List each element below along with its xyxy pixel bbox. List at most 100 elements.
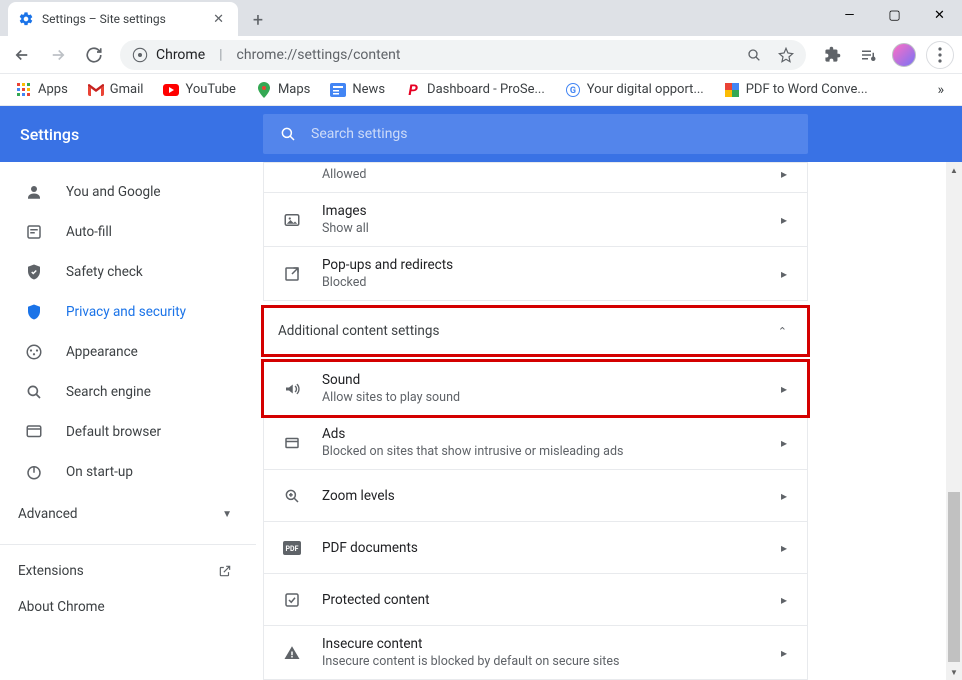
search-icon[interactable] bbox=[746, 47, 762, 63]
scrollbar-up-button[interactable]: ▲ bbox=[946, 162, 962, 178]
chevron-right-icon: ▸ bbox=[781, 646, 787, 660]
bookmark-youtube[interactable]: YouTube bbox=[155, 78, 244, 102]
minimize-button[interactable]: — bbox=[827, 0, 872, 30]
browser-tab[interactable]: Settings – Site settings ✕ bbox=[8, 2, 238, 36]
settings-title: Settings bbox=[0, 125, 263, 144]
address-bar[interactable]: Chrome | chrome://settings/content bbox=[120, 40, 806, 70]
bookmark-news[interactable]: News bbox=[322, 78, 393, 102]
youtube-icon bbox=[163, 82, 179, 98]
url-scheme: Chrome bbox=[156, 47, 205, 63]
settings-main: You and Google Auto-fill Safety check Pr… bbox=[0, 162, 962, 680]
person-icon bbox=[24, 183, 44, 201]
back-button[interactable] bbox=[6, 39, 38, 71]
pdf-doc-icon: PDF bbox=[282, 541, 302, 555]
chevron-right-icon: ▸ bbox=[781, 541, 787, 555]
sidebar-item-privacy-security[interactable]: Privacy and security bbox=[0, 292, 256, 332]
google-g-icon: G bbox=[565, 82, 581, 98]
sidebar-item-you-and-google[interactable]: You and Google bbox=[0, 172, 256, 212]
content-row-protected[interactable]: Protected content ▸ bbox=[263, 574, 808, 626]
sidebar-item-autofill[interactable]: Auto-fill bbox=[0, 212, 256, 252]
settings-header: Settings bbox=[0, 106, 962, 162]
sidebar-item-safety-check[interactable]: Safety check bbox=[0, 252, 256, 292]
chevron-right-icon: ▸ bbox=[781, 593, 787, 607]
maximize-button[interactable]: ▢ bbox=[872, 0, 917, 30]
browser-toolbar: Chrome | chrome://settings/content bbox=[0, 36, 962, 74]
search-icon bbox=[279, 125, 297, 143]
bookmark-gmail[interactable]: Gmail bbox=[80, 78, 152, 102]
autofill-icon bbox=[24, 223, 44, 241]
sidebar-item-on-startup[interactable]: On start-up bbox=[0, 452, 256, 492]
scrollbar-thumb[interactable] bbox=[948, 492, 960, 662]
extensions-button[interactable] bbox=[816, 39, 848, 71]
chevron-right-icon: ▸ bbox=[781, 436, 787, 450]
scrollbar[interactable]: ▲ ▼ bbox=[946, 162, 962, 680]
pinterest-icon: P bbox=[405, 82, 421, 98]
content-row-partial[interactable]: Allowed ▸ bbox=[263, 162, 808, 193]
sidebar-item-default-browser[interactable]: Default browser bbox=[0, 412, 256, 452]
reload-button[interactable] bbox=[78, 39, 110, 71]
sidebar-about-chrome[interactable]: About Chrome bbox=[0, 589, 256, 625]
sidebar-item-appearance[interactable]: Appearance bbox=[0, 332, 256, 372]
apps-shortcut[interactable]: Apps bbox=[8, 78, 76, 102]
sound-icon bbox=[282, 380, 302, 398]
images-icon bbox=[282, 211, 302, 229]
svg-text:G: G bbox=[570, 86, 576, 96]
sidebar-advanced-toggle[interactable]: Advanced ▼ bbox=[0, 492, 256, 536]
new-tab-button[interactable]: + bbox=[244, 6, 272, 34]
settings-sidebar: You and Google Auto-fill Safety check Pr… bbox=[0, 162, 256, 680]
pdf-icon bbox=[724, 82, 740, 98]
bookmark-digital-opport[interactable]: G Your digital opport... bbox=[557, 78, 712, 102]
bookmark-star-icon[interactable] bbox=[778, 47, 794, 63]
external-link-icon bbox=[218, 564, 232, 578]
popup-icon bbox=[282, 265, 302, 283]
settings-search-input[interactable] bbox=[311, 126, 792, 142]
close-tab-button[interactable]: ✕ bbox=[209, 10, 228, 29]
settings-content: Allowed ▸ Images Show all ▸ Pop-ups and … bbox=[256, 162, 962, 680]
content-row-sound[interactable]: Sound Allow sites to play sound ▸ bbox=[263, 361, 808, 416]
bookmark-dashboard[interactable]: P Dashboard - ProSe... bbox=[397, 78, 553, 102]
search-icon bbox=[24, 383, 44, 401]
sidebar-extensions[interactable]: Extensions bbox=[0, 553, 256, 589]
browser-icon bbox=[24, 423, 44, 441]
scrollbar-down-button[interactable]: ▼ bbox=[946, 664, 962, 680]
zoom-icon bbox=[282, 487, 302, 505]
gmail-icon bbox=[88, 82, 104, 98]
tab-title: Settings – Site settings bbox=[42, 12, 166, 26]
chevron-right-icon: ▸ bbox=[781, 167, 787, 181]
bookmarks-overflow[interactable]: » bbox=[927, 78, 954, 102]
power-icon bbox=[24, 463, 44, 481]
bookmark-pdf-word[interactable]: PDF to Word Conve... bbox=[716, 78, 876, 102]
forward-button[interactable] bbox=[42, 39, 74, 71]
chevron-up-icon: ⌃ bbox=[778, 325, 787, 338]
content-row-ads[interactable]: Ads Blocked on sites that show intrusive… bbox=[263, 416, 808, 470]
settings-search[interactable] bbox=[263, 114, 808, 154]
bookmark-maps[interactable]: Maps bbox=[248, 78, 318, 102]
chevron-down-icon: ▼ bbox=[222, 509, 232, 520]
shield-icon bbox=[24, 303, 44, 321]
profile-avatar[interactable] bbox=[888, 39, 920, 71]
chevron-right-icon: ▸ bbox=[781, 267, 787, 281]
content-row-images[interactable]: Images Show all ▸ bbox=[263, 193, 808, 247]
bookmarks-bar: Apps Gmail YouTube Maps News P Dashboard… bbox=[0, 74, 962, 106]
maps-icon bbox=[256, 82, 272, 98]
content-row-zoom[interactable]: Zoom levels ▸ bbox=[263, 470, 808, 522]
protected-content-icon bbox=[282, 591, 302, 609]
appearance-icon bbox=[24, 343, 44, 361]
media-control-button[interactable] bbox=[852, 39, 884, 71]
browser-titlebar: Settings – Site settings ✕ + — ▢ ✕ bbox=[0, 0, 962, 36]
additional-content-settings-header[interactable]: Additional content settings ⌃ bbox=[263, 307, 808, 355]
ads-icon bbox=[282, 434, 302, 452]
content-row-insecure[interactable]: Insecure content Insecure content is blo… bbox=[263, 626, 808, 680]
window-controls: — ▢ ✕ bbox=[827, 0, 962, 30]
chrome-menu-button[interactable] bbox=[924, 39, 956, 71]
close-window-button[interactable]: ✕ bbox=[917, 0, 962, 30]
content-row-popups[interactable]: Pop-ups and redirects Blocked ▸ bbox=[263, 247, 808, 301]
content-row-pdf[interactable]: PDF PDF documents ▸ bbox=[263, 522, 808, 574]
sidebar-item-search-engine[interactable]: Search engine bbox=[0, 372, 256, 412]
settings-gear-icon bbox=[18, 11, 34, 27]
site-info-icon[interactable] bbox=[132, 47, 148, 63]
chevron-right-icon: ▸ bbox=[781, 213, 787, 227]
apps-grid-icon bbox=[16, 82, 32, 98]
safety-check-icon bbox=[24, 263, 44, 281]
warning-icon bbox=[282, 644, 302, 662]
